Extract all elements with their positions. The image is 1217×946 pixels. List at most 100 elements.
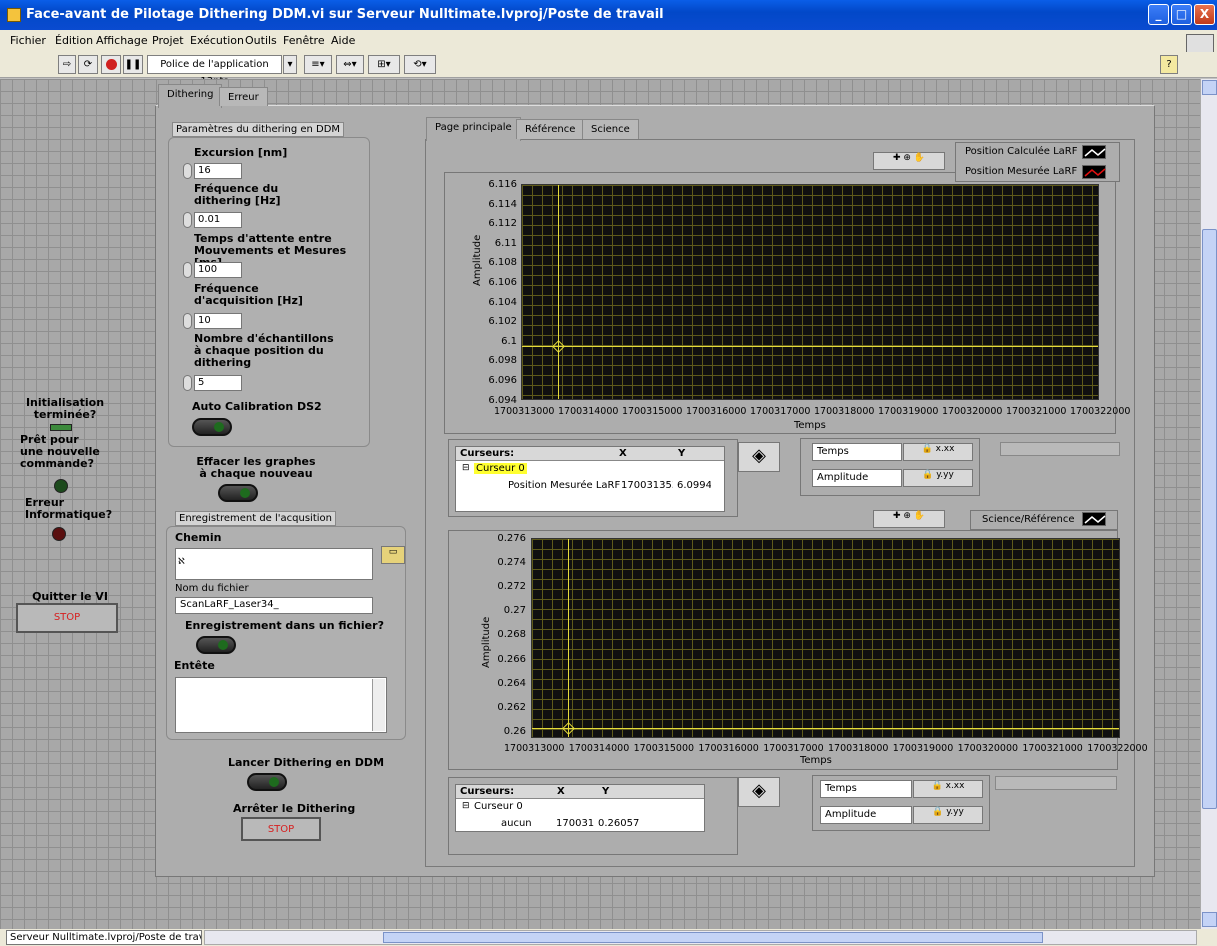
- tab-science[interactable]: Science: [582, 119, 639, 139]
- graph2-scale-y-buttons[interactable]: 🔒 y.yy: [913, 806, 983, 824]
- graph1-scale-x[interactable]: Temps: [812, 443, 902, 461]
- acquisition-spinner-icon[interactable]: [183, 313, 192, 329]
- reorder-icon[interactable]: ⟲▾: [404, 55, 436, 74]
- graph1-hscroll[interactable]: [1000, 442, 1120, 456]
- vertical-scrollbar[interactable]: [1200, 79, 1217, 929]
- graph2-cursor-vertical[interactable]: [568, 539, 569, 737]
- effacer-toggle[interactable]: [218, 484, 258, 502]
- graph2-legend-swatch[interactable]: [1082, 512, 1106, 526]
- arreter-label: Arrêter le Dithering: [233, 802, 356, 815]
- graph2-cursor-marker[interactable]: [562, 722, 575, 735]
- graph2-cursor-mover-icon[interactable]: ◈: [738, 777, 780, 807]
- menu-projet[interactable]: Projet: [152, 34, 184, 47]
- tab-dithering[interactable]: Dithering: [158, 84, 223, 108]
- graph2-tree-collapse-icon[interactable]: ⊟: [462, 801, 470, 811]
- graph1-legend-mesuree-swatch[interactable]: [1082, 165, 1106, 179]
- graph1-palette-icon[interactable]: ✚ ⊕ ✋: [873, 152, 945, 170]
- echantillons-spinner-icon[interactable]: [183, 375, 192, 391]
- entete-textarea[interactable]: [175, 677, 387, 733]
- graph1-cursor-horizontal[interactable]: [522, 346, 1098, 347]
- menu-outils[interactable]: Outils: [245, 34, 277, 47]
- menu-fenetre[interactable]: Fenêtre: [283, 34, 325, 47]
- graph2-scale-x-buttons[interactable]: 🔒 x.xx: [913, 780, 983, 798]
- graph2-xtick-tick: 1700320000: [957, 743, 1019, 754]
- auto-calibration-toggle[interactable]: [192, 418, 232, 436]
- hscroll-thumb[interactable]: [383, 932, 1043, 943]
- acquisition-input[interactable]: 10: [194, 313, 242, 329]
- graph1-legend-calculee: Position Calculée LaRF: [965, 146, 1078, 157]
- menu-affichage[interactable]: Affichage: [96, 34, 148, 47]
- enregistrer-toggle[interactable]: [196, 636, 236, 654]
- graph1-cursor-name[interactable]: Curseur 0: [474, 463, 527, 474]
- tab-reference[interactable]: Référence: [516, 119, 585, 139]
- graph1-cursor-marker[interactable]: [552, 340, 565, 353]
- run-continuous-icon[interactable]: ⟳: [78, 55, 98, 74]
- scroll-down-icon[interactable]: [1202, 912, 1217, 927]
- graph1-plot-area[interactable]: [521, 184, 1099, 400]
- align-icon[interactable]: ≡▾: [304, 55, 332, 74]
- frequence-spinner-icon[interactable]: [183, 212, 192, 228]
- graph1-scale-y-buttons[interactable]: 🔒 y.yy: [903, 469, 973, 487]
- lancer-toggle[interactable]: [247, 773, 287, 791]
- frequence-input[interactable]: 0.01: [194, 212, 242, 228]
- graph1-ytick-tick: 6.1: [501, 335, 517, 347]
- graph2-ytick-tick: 0.272: [497, 581, 526, 593]
- font-selector[interactable]: Police de l'application 13pts: [147, 55, 282, 87]
- excursion-spinner-icon[interactable]: [183, 163, 192, 179]
- graph2-palette-icon[interactable]: ✚ ⊕ ✋: [873, 510, 945, 528]
- scroll-thumb[interactable]: [1202, 229, 1217, 809]
- distribute-icon[interactable]: ⇔▾: [336, 55, 364, 74]
- pause-icon[interactable]: ❚❚: [123, 55, 143, 74]
- excursion-input[interactable]: 16: [194, 163, 242, 179]
- graph1-cursor-mover-icon[interactable]: ◈: [738, 442, 780, 472]
- graph2-cursor-horizontal[interactable]: [532, 728, 1119, 729]
- graph1-xtick-tick: 1700314000: [558, 406, 619, 417]
- dithering-params-label: Paramètres du dithering en DDM: [172, 122, 345, 137]
- horizontal-scrollbar[interactable]: [204, 930, 1197, 945]
- abort-icon[interactable]: [101, 55, 121, 74]
- auto-calibration-label: Auto Calibration DS2: [192, 400, 322, 413]
- graph1-scale-y[interactable]: Amplitude: [812, 469, 902, 487]
- graph1-xtick-tick: 1700322000: [1070, 406, 1131, 417]
- graph1-legend-calculee-swatch[interactable]: [1082, 145, 1106, 159]
- chemin-input[interactable]: [175, 548, 373, 580]
- quitter-stop-button[interactable]: STOP: [16, 603, 118, 633]
- menu-edition[interactable]: Édition: [55, 34, 93, 47]
- graph2-hscroll[interactable]: [995, 776, 1117, 790]
- nom-fichier-input[interactable]: ScanLaRF_Laser34_: [175, 597, 373, 614]
- graph1-tree-collapse-icon[interactable]: ⊟: [462, 463, 470, 473]
- temps-spinner-icon[interactable]: [183, 262, 192, 278]
- graph1-cursor-vertical[interactable]: [558, 185, 559, 399]
- close-button[interactable]: X: [1194, 4, 1215, 25]
- graph2-ytick-tick: 0.264: [497, 677, 526, 689]
- graph1-cursor-x: 170031353: [621, 480, 673, 491]
- graph2-cursor-table[interactable]: Curseurs: X Y ⊟ Curseur 0 aucun 170031 0…: [455, 784, 705, 832]
- entete-scrollbar[interactable]: [372, 679, 385, 731]
- tab-page-principale[interactable]: Page principale: [426, 117, 521, 141]
- graph2-scale-y[interactable]: Amplitude: [820, 806, 912, 824]
- erreur-label: Erreur Informatique?: [25, 496, 113, 521]
- resize-icon[interactable]: ⊞▾: [368, 55, 400, 74]
- help-icon[interactable]: ?: [1160, 55, 1178, 74]
- echantillons-input[interactable]: 5: [194, 375, 242, 391]
- menu-aide[interactable]: Aide: [331, 34, 355, 47]
- maximize-button[interactable]: □: [1171, 4, 1192, 25]
- menu-execution[interactable]: Exécution: [190, 34, 244, 47]
- graph2-cursor-name[interactable]: Curseur 0: [474, 801, 523, 812]
- graph2-cursor-row-label: aucun: [501, 818, 532, 829]
- graph2-plot-area[interactable]: [531, 538, 1120, 738]
- font-dropdown-icon[interactable]: ▾: [283, 55, 297, 74]
- scroll-up-icon[interactable]: [1202, 80, 1217, 95]
- browse-folder-icon[interactable]: ▭: [381, 546, 405, 564]
- arreter-stop-button[interactable]: STOP: [241, 817, 321, 841]
- tab-erreur[interactable]: Erreur: [219, 87, 268, 106]
- graph1-cursor-table[interactable]: Curseurs: X Y ⊟ Curseur 0 Position Mesur…: [455, 446, 725, 512]
- init-label: Initialisation terminée?: [25, 396, 105, 421]
- graph1-scale-x-buttons[interactable]: 🔒 x.xx: [903, 443, 973, 461]
- graph2-scale-x[interactable]: Temps: [820, 780, 912, 798]
- minimize-button[interactable]: _: [1148, 4, 1169, 25]
- run-arrow-icon[interactable]: ⇨: [58, 55, 76, 74]
- menu-fichier[interactable]: Fichier: [10, 34, 46, 47]
- graph1-cursor-header: Curseurs: X Y: [456, 447, 724, 461]
- temps-input[interactable]: 100: [194, 262, 242, 278]
